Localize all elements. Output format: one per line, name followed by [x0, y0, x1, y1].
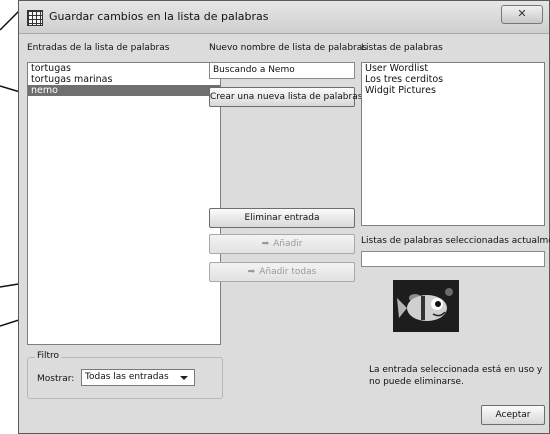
show-filter-select[interactable]: Todas las entradas — [81, 369, 195, 386]
wordlist-item[interactable]: Los tres cerditos — [362, 74, 544, 85]
widgit-picture — [393, 280, 459, 332]
wordlist-item[interactable]: User Wordlist — [362, 63, 544, 74]
wordlists-label: Listas de palabras — [361, 43, 443, 53]
create-list-button[interactable]: Crear una nueva lista de palabras — [209, 87, 362, 107]
add-button-label: Añadir — [273, 239, 303, 249]
title-bar: Guardar cambios en la lista de palabras … — [19, 1, 549, 34]
show-label: Mostrar: — [37, 374, 75, 384]
filter-label: Filtro — [35, 351, 62, 361]
entry-item[interactable]: nemo — [28, 85, 220, 96]
save-wordlist-dialog: Guardar cambios en la lista de palabras … — [18, 0, 550, 434]
grid-icon — [27, 10, 43, 26]
window-title: Guardar cambios en la lista de palabras — [49, 10, 269, 23]
selected-lists-label: Listas de palabras seleccionadas actualm… — [361, 236, 550, 246]
entries-listbox[interactable]: tortugas tortugas marinas nemo — [27, 62, 221, 345]
add-all-button-label: Añadir todas — [259, 267, 317, 277]
new-list-name-input[interactable]: Buscando a Nemo — [209, 62, 355, 79]
wordlist-item[interactable]: Widgit Pictures — [362, 85, 544, 96]
status-message: La entrada seleccionada está en uso y no… — [369, 365, 543, 387]
new-list-label: Nuevo nombre de lista de palabras — [209, 43, 367, 53]
entries-label: Entradas de la lista de palabras — [27, 43, 170, 53]
wordlists-listbox[interactable]: User Wordlist Los tres cerditos Widgit Pic… — [361, 62, 545, 226]
delete-entry-button[interactable]: Eliminar entrada — [209, 208, 355, 228]
entry-item[interactable]: tortugas marinas — [28, 74, 220, 85]
add-button[interactable]: ➡ Añadir — [209, 234, 355, 254]
close-button[interactable]: ✕ — [501, 5, 543, 24]
entry-item[interactable]: tortugas — [28, 63, 220, 74]
chevron-down-icon — [180, 376, 188, 380]
arrow-right-icon: ➡ — [247, 267, 256, 277]
arrow-right-icon: ➡ — [261, 239, 270, 249]
add-all-button[interactable]: ➡ Añadir todas — [209, 262, 355, 282]
show-filter-value: Todas las entradas — [85, 372, 169, 382]
accept-button[interactable]: Aceptar — [481, 405, 545, 425]
selected-lists-field[interactable] — [361, 251, 545, 267]
